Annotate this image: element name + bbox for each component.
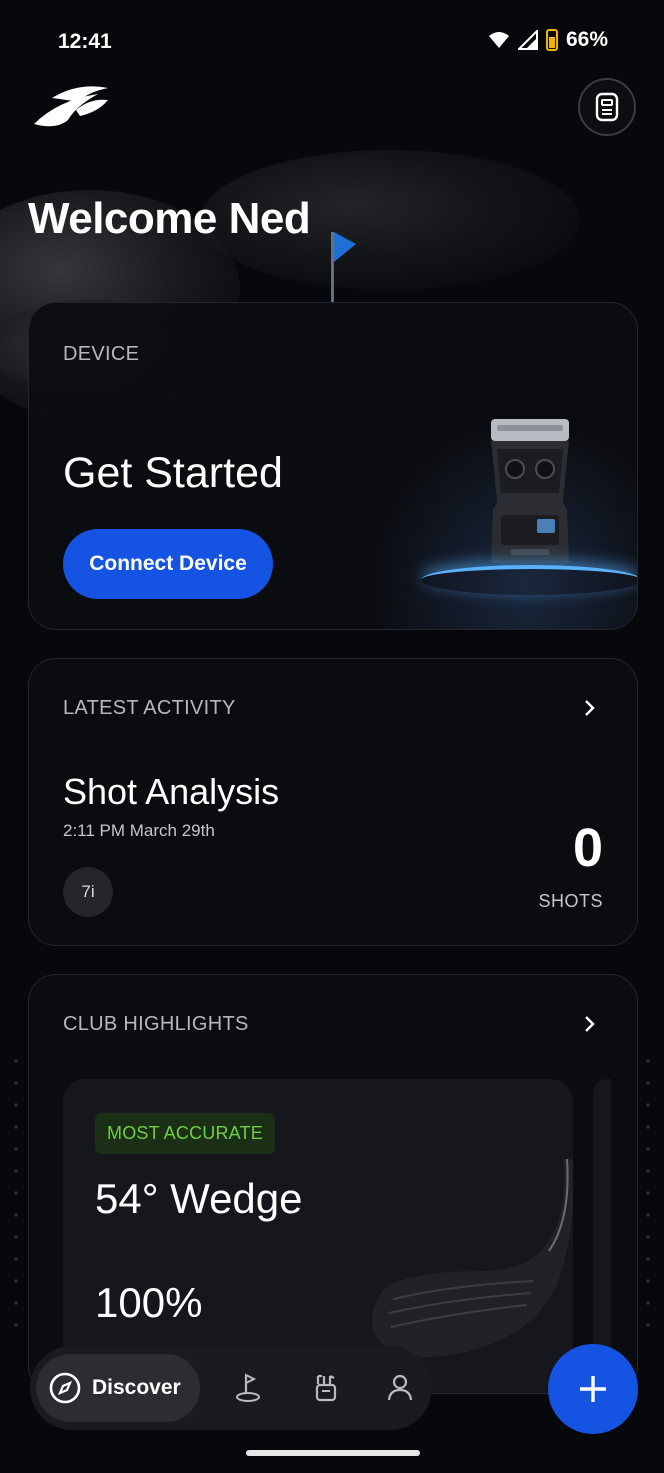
device-card: DEVICE Get Started Connect Device: [28, 302, 638, 630]
device-icon: [595, 92, 619, 122]
latest-activity-card[interactable]: LATEST ACTIVITY Shot Analysis 2:11 PM Ma…: [28, 658, 638, 946]
connect-device-button[interactable]: Connect Device: [63, 529, 273, 599]
profile-icon[interactable]: [384, 1372, 416, 1404]
compass-icon: [49, 1372, 81, 1404]
club-chip: 7i: [63, 867, 113, 917]
highlights-card-label: CLUB HIGHLIGHTS: [63, 1013, 249, 1035]
device-card-label: DEVICE: [63, 343, 140, 365]
launch-monitor-image: [491, 419, 569, 563]
golf-bag-icon[interactable]: [310, 1372, 342, 1404]
flag-icon: [334, 232, 356, 262]
shot-count: 0: [572, 818, 603, 878]
golf-flag-icon[interactable]: [232, 1372, 264, 1404]
signal-icon: [517, 30, 538, 50]
club-highlights-card: CLUB HIGHLIGHTS MOST ACCURATE 54° Wedge …: [28, 974, 638, 1394]
highlight-value: 100%: [95, 1279, 203, 1326]
device-status-button[interactable]: [578, 78, 636, 136]
nav-discover-tab[interactable]: Discover: [36, 1354, 200, 1422]
wedge-club-image: [372, 1159, 573, 1358]
activity-title: Shot Analysis: [63, 771, 280, 812]
activity-date: 2:11 PM March 29th: [63, 821, 215, 840]
bottom-nav: Discover: [30, 1346, 432, 1430]
most-accurate-badge: MOST ACCURATE: [95, 1113, 275, 1154]
home-indicator[interactable]: [246, 1450, 420, 1456]
chevron-right-icon[interactable]: [581, 699, 599, 717]
battery-icon: [545, 29, 558, 51]
plus-icon: [580, 1376, 606, 1402]
decorative-dots: [646, 1050, 650, 1340]
device-light-ring: [421, 565, 637, 595]
status-time: 12:41: [58, 30, 112, 53]
app-logo-icon: [34, 86, 108, 127]
app-screen: 12:41 66% Welcome Ned DEVICE Get Started…: [0, 0, 664, 1473]
chevron-right-icon[interactable]: [581, 1015, 599, 1033]
add-button[interactable]: [548, 1344, 638, 1434]
highlight-club-name: 54° Wedge: [95, 1175, 303, 1222]
battery-percent: 66%: [565, 28, 608, 51]
shot-count-unit: SHOTS: [538, 891, 603, 911]
activity-card-label: LATEST ACTIVITY: [63, 697, 236, 719]
wifi-icon: [488, 32, 509, 48]
decorative-dots: [14, 1050, 18, 1340]
status-indicators: 66%: [488, 28, 608, 52]
welcome-title: Welcome Ned: [28, 194, 311, 243]
device-card-title: Get Started: [63, 449, 283, 497]
status-bar: 12:41 66%: [0, 0, 664, 80]
nav-discover-label: Discover: [92, 1376, 181, 1399]
